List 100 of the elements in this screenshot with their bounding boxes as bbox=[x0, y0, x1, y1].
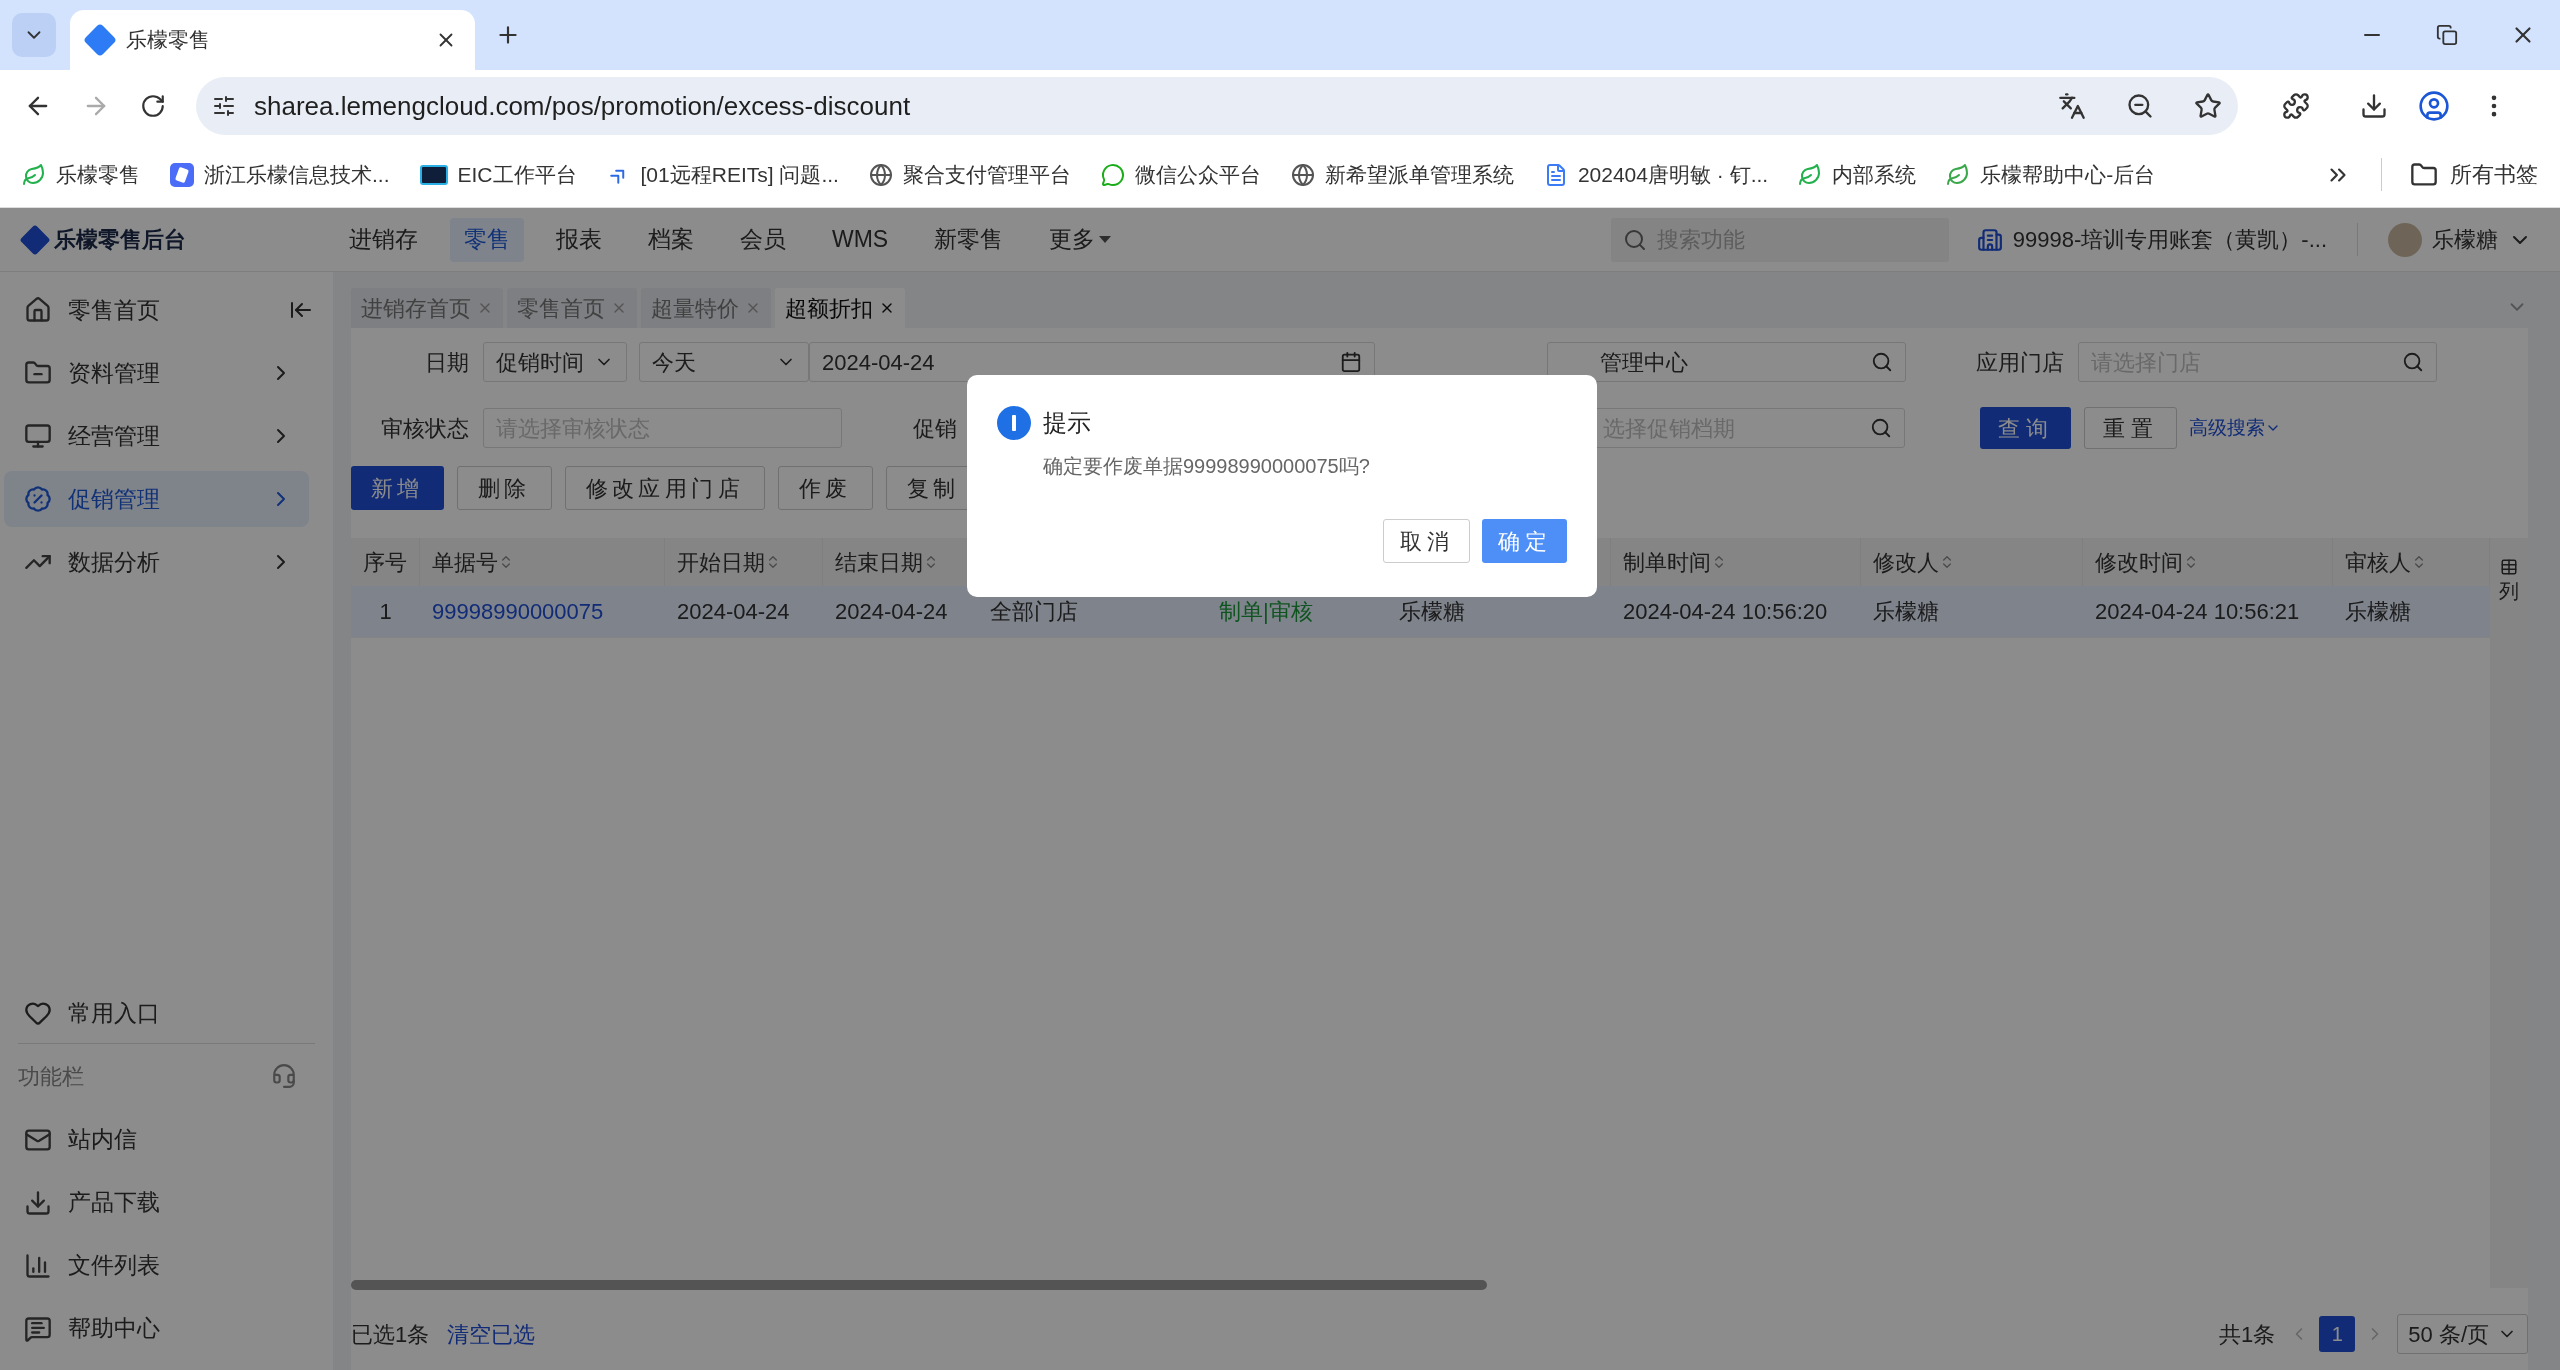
site-settings-icon[interactable] bbox=[212, 94, 236, 118]
table-cell-text: 2024-04-24 10:56:21 bbox=[2095, 598, 2300, 626]
bookmark[interactable]: 内部系统 bbox=[1798, 158, 1917, 191]
bookmark[interactable]: EIC工作平台 bbox=[419, 158, 577, 191]
table-cell-text: 2024-04-24 10:56:20 bbox=[1623, 598, 1828, 626]
zoom-icon[interactable] bbox=[2126, 92, 2154, 120]
sidebar-item[interactable]: 零售首页 bbox=[4, 282, 299, 338]
nav-item[interactable]: 新零售 bbox=[920, 217, 1018, 262]
page-tab[interactable]: 超额折扣 bbox=[775, 288, 905, 328]
table-row[interactable]: 1 99998990000075 2024-04-24 2024-04-24 全部门店 制单|审核 乐檬糖 2024-04-24 10:56:20 乐檬糖 2024-04-24 10:56:21 乐檬糖 bbox=[351, 586, 2490, 638]
column-header[interactable]: 结束日期 bbox=[835, 545, 939, 579]
bookmark[interactable]: 浙江乐檬信息技术... bbox=[170, 158, 390, 191]
select-field[interactable]: 促销时间 bbox=[483, 342, 627, 382]
all-bookmarks-button[interactable]: 所有书签 bbox=[2381, 158, 2538, 191]
column-header[interactable]: 修改人 bbox=[1873, 545, 1955, 579]
section-label: 功能栏 bbox=[18, 1062, 85, 1091]
column-settings-label[interactable]: 列 bbox=[2499, 576, 2519, 606]
tab-label: 超额折扣 bbox=[785, 294, 873, 323]
column-header[interactable]: 序号 bbox=[363, 545, 407, 579]
page-tab[interactable]: 进销存首页 bbox=[351, 288, 503, 328]
sidebar-item[interactable]: 站内信 bbox=[0, 1108, 333, 1171]
horizontal-scrollbar[interactable] bbox=[351, 1280, 1487, 1290]
sidebar-item[interactable]: 促销管理 bbox=[4, 471, 309, 527]
search-icon bbox=[1870, 417, 1892, 439]
search-icon bbox=[1622, 227, 1647, 252]
query-button[interactable]: 查询 bbox=[1980, 407, 2071, 449]
field-label: 日期 bbox=[424, 348, 470, 377]
favorites-item[interactable]: 常用入口 bbox=[0, 983, 333, 1043]
globe-icon bbox=[1290, 162, 1315, 187]
table-cell-text: 乐檬糖 bbox=[1873, 598, 1939, 626]
clear-selection-link[interactable]: 清空已选 bbox=[447, 1317, 536, 1351]
item-label: 帮助中心 bbox=[68, 1314, 160, 1344]
nav-item[interactable]: 报表 bbox=[542, 217, 616, 262]
action-button[interactable]: 删除 bbox=[456, 466, 552, 510]
columns-icon[interactable] bbox=[2500, 558, 2518, 576]
table-cell-text: 2024-04-24 bbox=[677, 598, 790, 626]
user-name[interactable]: 乐檬糖 bbox=[2432, 223, 2498, 256]
column-header[interactable]: 修改时间 bbox=[2095, 545, 2199, 579]
headset-icon[interactable] bbox=[271, 1063, 297, 1089]
download-icon[interactable] bbox=[2360, 92, 2388, 120]
table-cell-text: 乐檬糖 bbox=[2345, 598, 2411, 626]
table-cell-text: 制单|审核 bbox=[1219, 598, 1313, 626]
item-label: 经营管理 bbox=[68, 421, 161, 451]
item-label: 资料管理 bbox=[68, 358, 161, 388]
advanced-search-link[interactable]: 高级搜索 bbox=[2189, 413, 2281, 443]
column-header[interactable]: 单据号 bbox=[432, 545, 514, 579]
action-button[interactable]: 新增 bbox=[351, 466, 444, 510]
confirm-button[interactable]: 确定 bbox=[1482, 519, 1567, 563]
action-button[interactable]: 作废 bbox=[778, 466, 873, 510]
reload-icon[interactable] bbox=[140, 93, 166, 119]
document-link[interactable]: 99998990000075 bbox=[432, 595, 604, 628]
bookmark[interactable]: 乐檬帮助中心-后台 bbox=[1946, 158, 2156, 191]
bookmark[interactable]: 聚合支付管理平台 bbox=[868, 158, 1071, 191]
page-button[interactable]: 1 bbox=[2319, 1316, 2356, 1352]
nav-item[interactable]: 零售 bbox=[450, 217, 524, 262]
extensions-icon[interactable] bbox=[2282, 92, 2310, 120]
page-tab[interactable]: 超量特价 bbox=[641, 288, 771, 328]
download-icon bbox=[24, 1188, 52, 1217]
bookmark[interactable]: 乐檬零售 bbox=[22, 158, 140, 191]
bookmark[interactable]: 微信公众平台 bbox=[1100, 158, 1261, 191]
sidebar-item[interactable]: 经营管理 bbox=[4, 408, 309, 464]
input-field[interactable]: 管理中心 bbox=[1547, 342, 1906, 382]
app-icon bbox=[170, 162, 194, 187]
nav-item[interactable]: 更多 bbox=[1035, 217, 1126, 262]
nav-item[interactable]: 档案 bbox=[634, 217, 708, 262]
account-name[interactable]: 99998-培训专用账套（黄凯）-... bbox=[2012, 223, 2327, 256]
search-icon bbox=[1871, 351, 1893, 373]
item-label: 数据分析 bbox=[68, 547, 161, 577]
reset-button[interactable]: 重置 bbox=[2084, 407, 2177, 449]
item-label: 文件列表 bbox=[68, 1251, 160, 1281]
translate-icon[interactable] bbox=[2058, 92, 2086, 120]
sidebar-item[interactable]: 数据分析 bbox=[4, 534, 309, 590]
bookmark[interactable]: [01远程REITs] 问题... bbox=[606, 158, 839, 191]
profile-icon[interactable] bbox=[2418, 90, 2450, 122]
page-tab[interactable]: 零售首页 bbox=[507, 288, 637, 328]
sidebar-item[interactable]: 产品下载 bbox=[0, 1171, 333, 1234]
sidebar-item[interactable]: 资料管理 bbox=[4, 345, 309, 401]
nav-item[interactable]: 进销存 bbox=[335, 217, 432, 262]
search-icon bbox=[2402, 351, 2424, 373]
column-header[interactable]: 制单时间 bbox=[1623, 545, 1727, 579]
table-cell-text: 全部门店 bbox=[990, 598, 1078, 626]
leaf-icon bbox=[1798, 162, 1823, 187]
column-header[interactable]: 开始日期 bbox=[677, 545, 781, 579]
select-field[interactable]: 今天 bbox=[639, 342, 809, 382]
chip-icon bbox=[419, 164, 448, 185]
restore-icon[interactable] bbox=[2436, 24, 2458, 46]
column-header[interactable]: 审核人 bbox=[2345, 545, 2427, 579]
browser-tab[interactable]: 乐檬零售 bbox=[70, 10, 475, 70]
address-bar[interactable]: sharea.lemengcloud.com/pos/promotion/excess-discount bbox=[196, 77, 2238, 135]
chat-icon bbox=[1100, 162, 1125, 187]
nav-item[interactable]: 会员 bbox=[726, 217, 800, 262]
nav-item[interactable]: WMS bbox=[818, 217, 903, 262]
sidebar-item[interactable]: 文件列表 bbox=[0, 1234, 333, 1297]
page-size-select[interactable]: 50 条/页 bbox=[2397, 1314, 2528, 1354]
action-button[interactable]: 修改应用门店 bbox=[564, 466, 766, 510]
sidebar-item[interactable]: 帮助中心 bbox=[0, 1297, 333, 1360]
bookmark[interactable]: 新希望派单管理系统 bbox=[1290, 158, 1514, 191]
star-icon[interactable] bbox=[2194, 92, 2222, 120]
cancel-button[interactable]: 取消 bbox=[1383, 519, 1471, 563]
bookmark[interactable]: 202404唐明敏 · 钉... bbox=[1543, 158, 1769, 191]
